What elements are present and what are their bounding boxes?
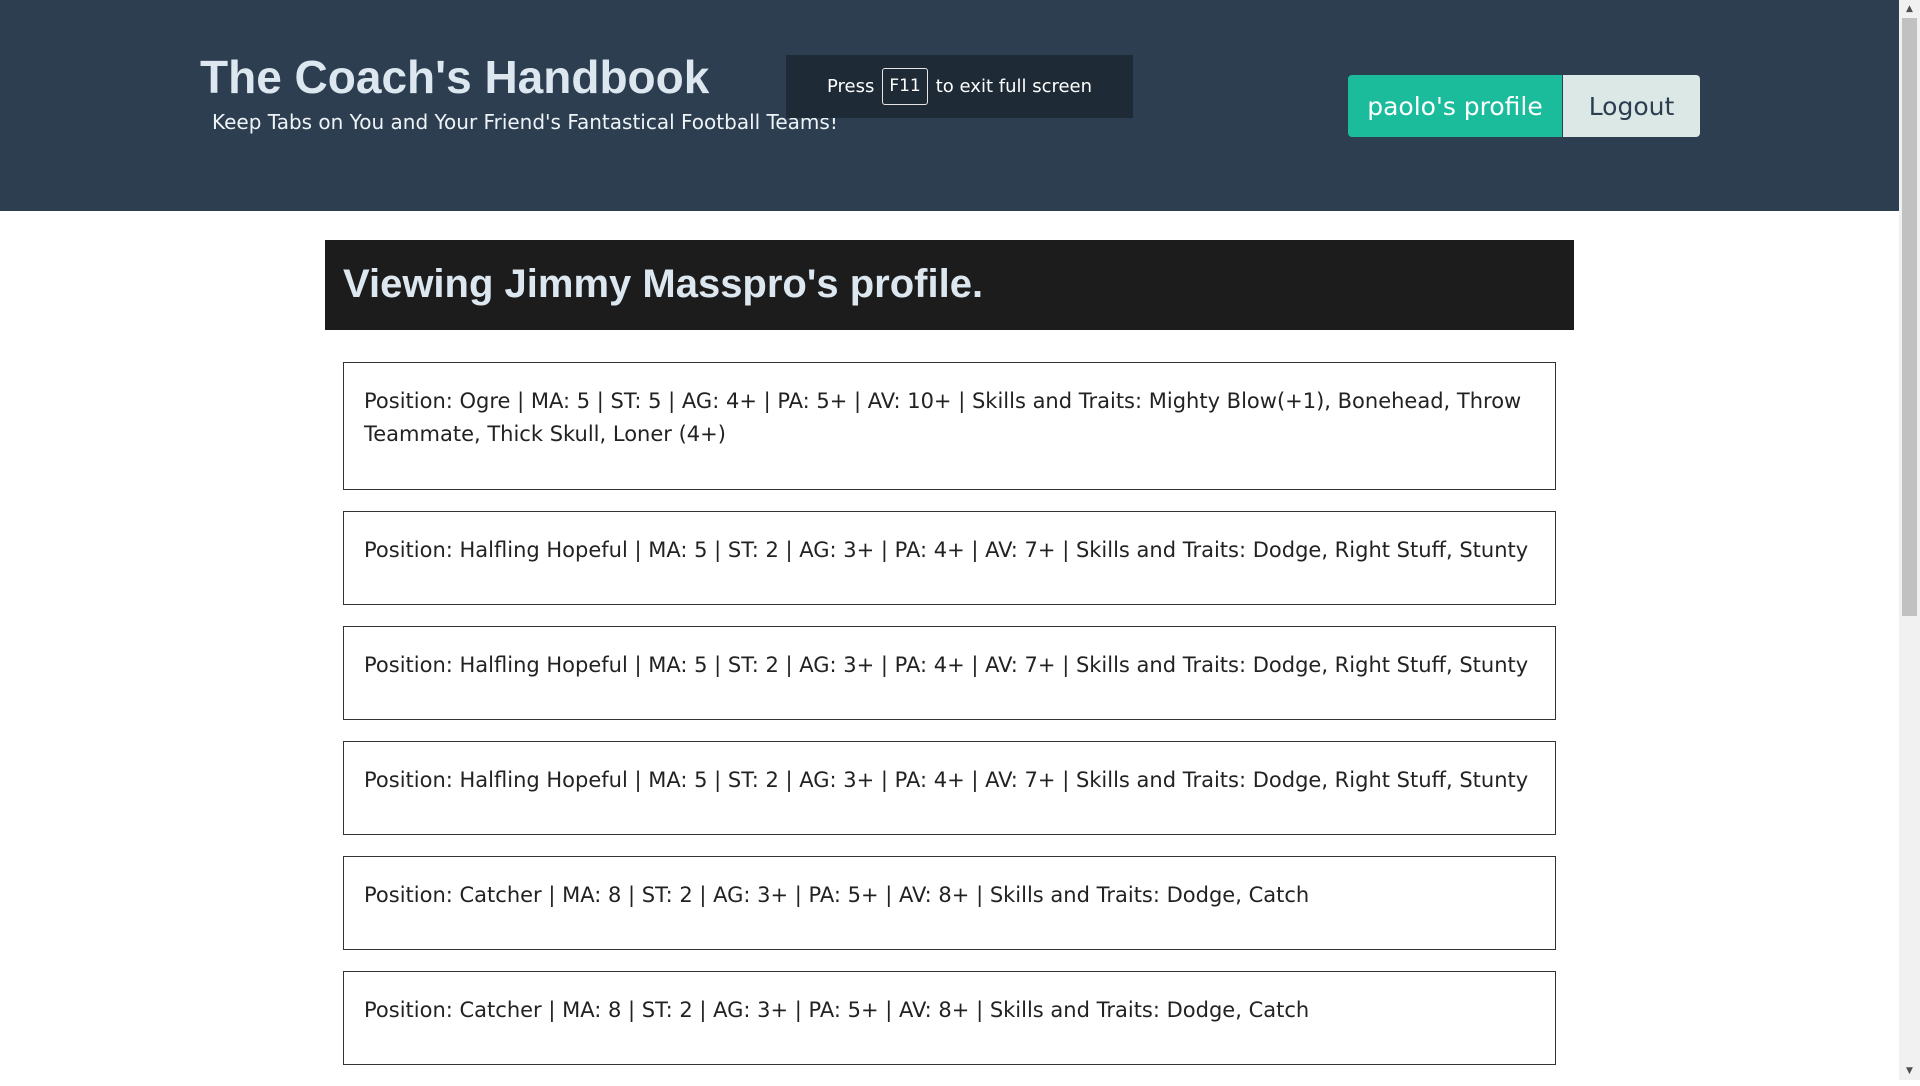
fullscreen-notice-press: Press: [826, 76, 875, 97]
scrollbar-thumb[interactable]: [1902, 18, 1917, 616]
player-card: Position: Catcher | MA: 8 | ST: 2 | AG: …: [343, 971, 1556, 1065]
player-card: Position: Halfling Hopeful | MA: 5 | ST:…: [343, 741, 1556, 835]
site-title: The Coach's Handbook: [200, 51, 710, 103]
fullscreen-notice: Press F11 to exit full screen: [786, 55, 1133, 118]
player-card: Position: Halfling Hopeful | MA: 5 | ST:…: [343, 626, 1556, 720]
site-header: The Coach's Handbook Keep Tabs on You an…: [0, 0, 1899, 211]
f11-key-badge: F11: [882, 68, 928, 105]
player-card: Position: Catcher | MA: 8 | ST: 2 | AG: …: [343, 856, 1556, 950]
fullscreen-notice-suffix: to exit full screen: [935, 76, 1093, 97]
chevron-up-icon[interactable]: ▲: [1899, 0, 1920, 18]
logout-button[interactable]: Logout: [1563, 75, 1700, 137]
profile-button[interactable]: paolo's profile: [1348, 75, 1562, 137]
site-subtitle: Keep Tabs on You and Your Friend's Fanta…: [212, 110, 838, 134]
page-scrollbar[interactable]: ▲ ▼: [1899, 0, 1920, 1080]
profile-heading: Viewing Jimmy Masspro's profile.: [343, 262, 984, 306]
player-card: Position: Ogre | MA: 5 | ST: 5 | AG: 4+ …: [343, 362, 1556, 490]
player-card: Position: Halfling Hopeful | MA: 5 | ST:…: [343, 511, 1556, 605]
profile-banner: Viewing Jimmy Masspro's profile.: [325, 240, 1574, 330]
chevron-down-icon[interactable]: ▼: [1899, 1062, 1920, 1080]
player-list: Position: Ogre | MA: 5 | ST: 5 | AG: 4+ …: [343, 362, 1556, 1086]
